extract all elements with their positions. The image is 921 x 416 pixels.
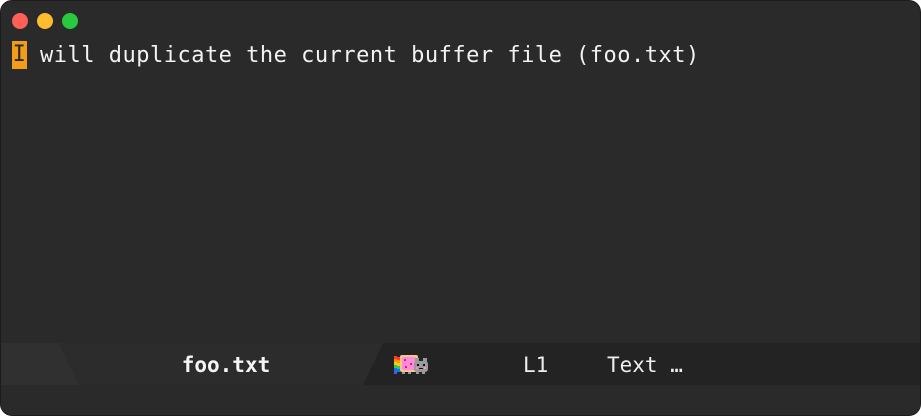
mode-line: foo.txt L1 Text … xyxy=(1,343,920,385)
text-cursor: I xyxy=(12,41,27,69)
major-mode-indicator[interactable]: Text … xyxy=(607,343,683,385)
emacs-window: Iwill duplicate the current buffer file … xyxy=(0,0,921,416)
buffer-text-area[interactable]: Iwill duplicate the current buffer file … xyxy=(12,41,910,69)
nyan-cat-icon xyxy=(394,355,428,374)
close-button[interactable] xyxy=(12,13,28,29)
window-controls xyxy=(12,13,78,29)
buffer-name[interactable]: foo.txt xyxy=(121,343,331,385)
line-number-indicator: L1 xyxy=(523,353,549,377)
maximize-button[interactable] xyxy=(62,13,78,29)
minimize-button[interactable] xyxy=(37,13,53,29)
buffer-line-1: will duplicate the current buffer file (… xyxy=(40,42,700,68)
echo-area xyxy=(1,385,920,415)
